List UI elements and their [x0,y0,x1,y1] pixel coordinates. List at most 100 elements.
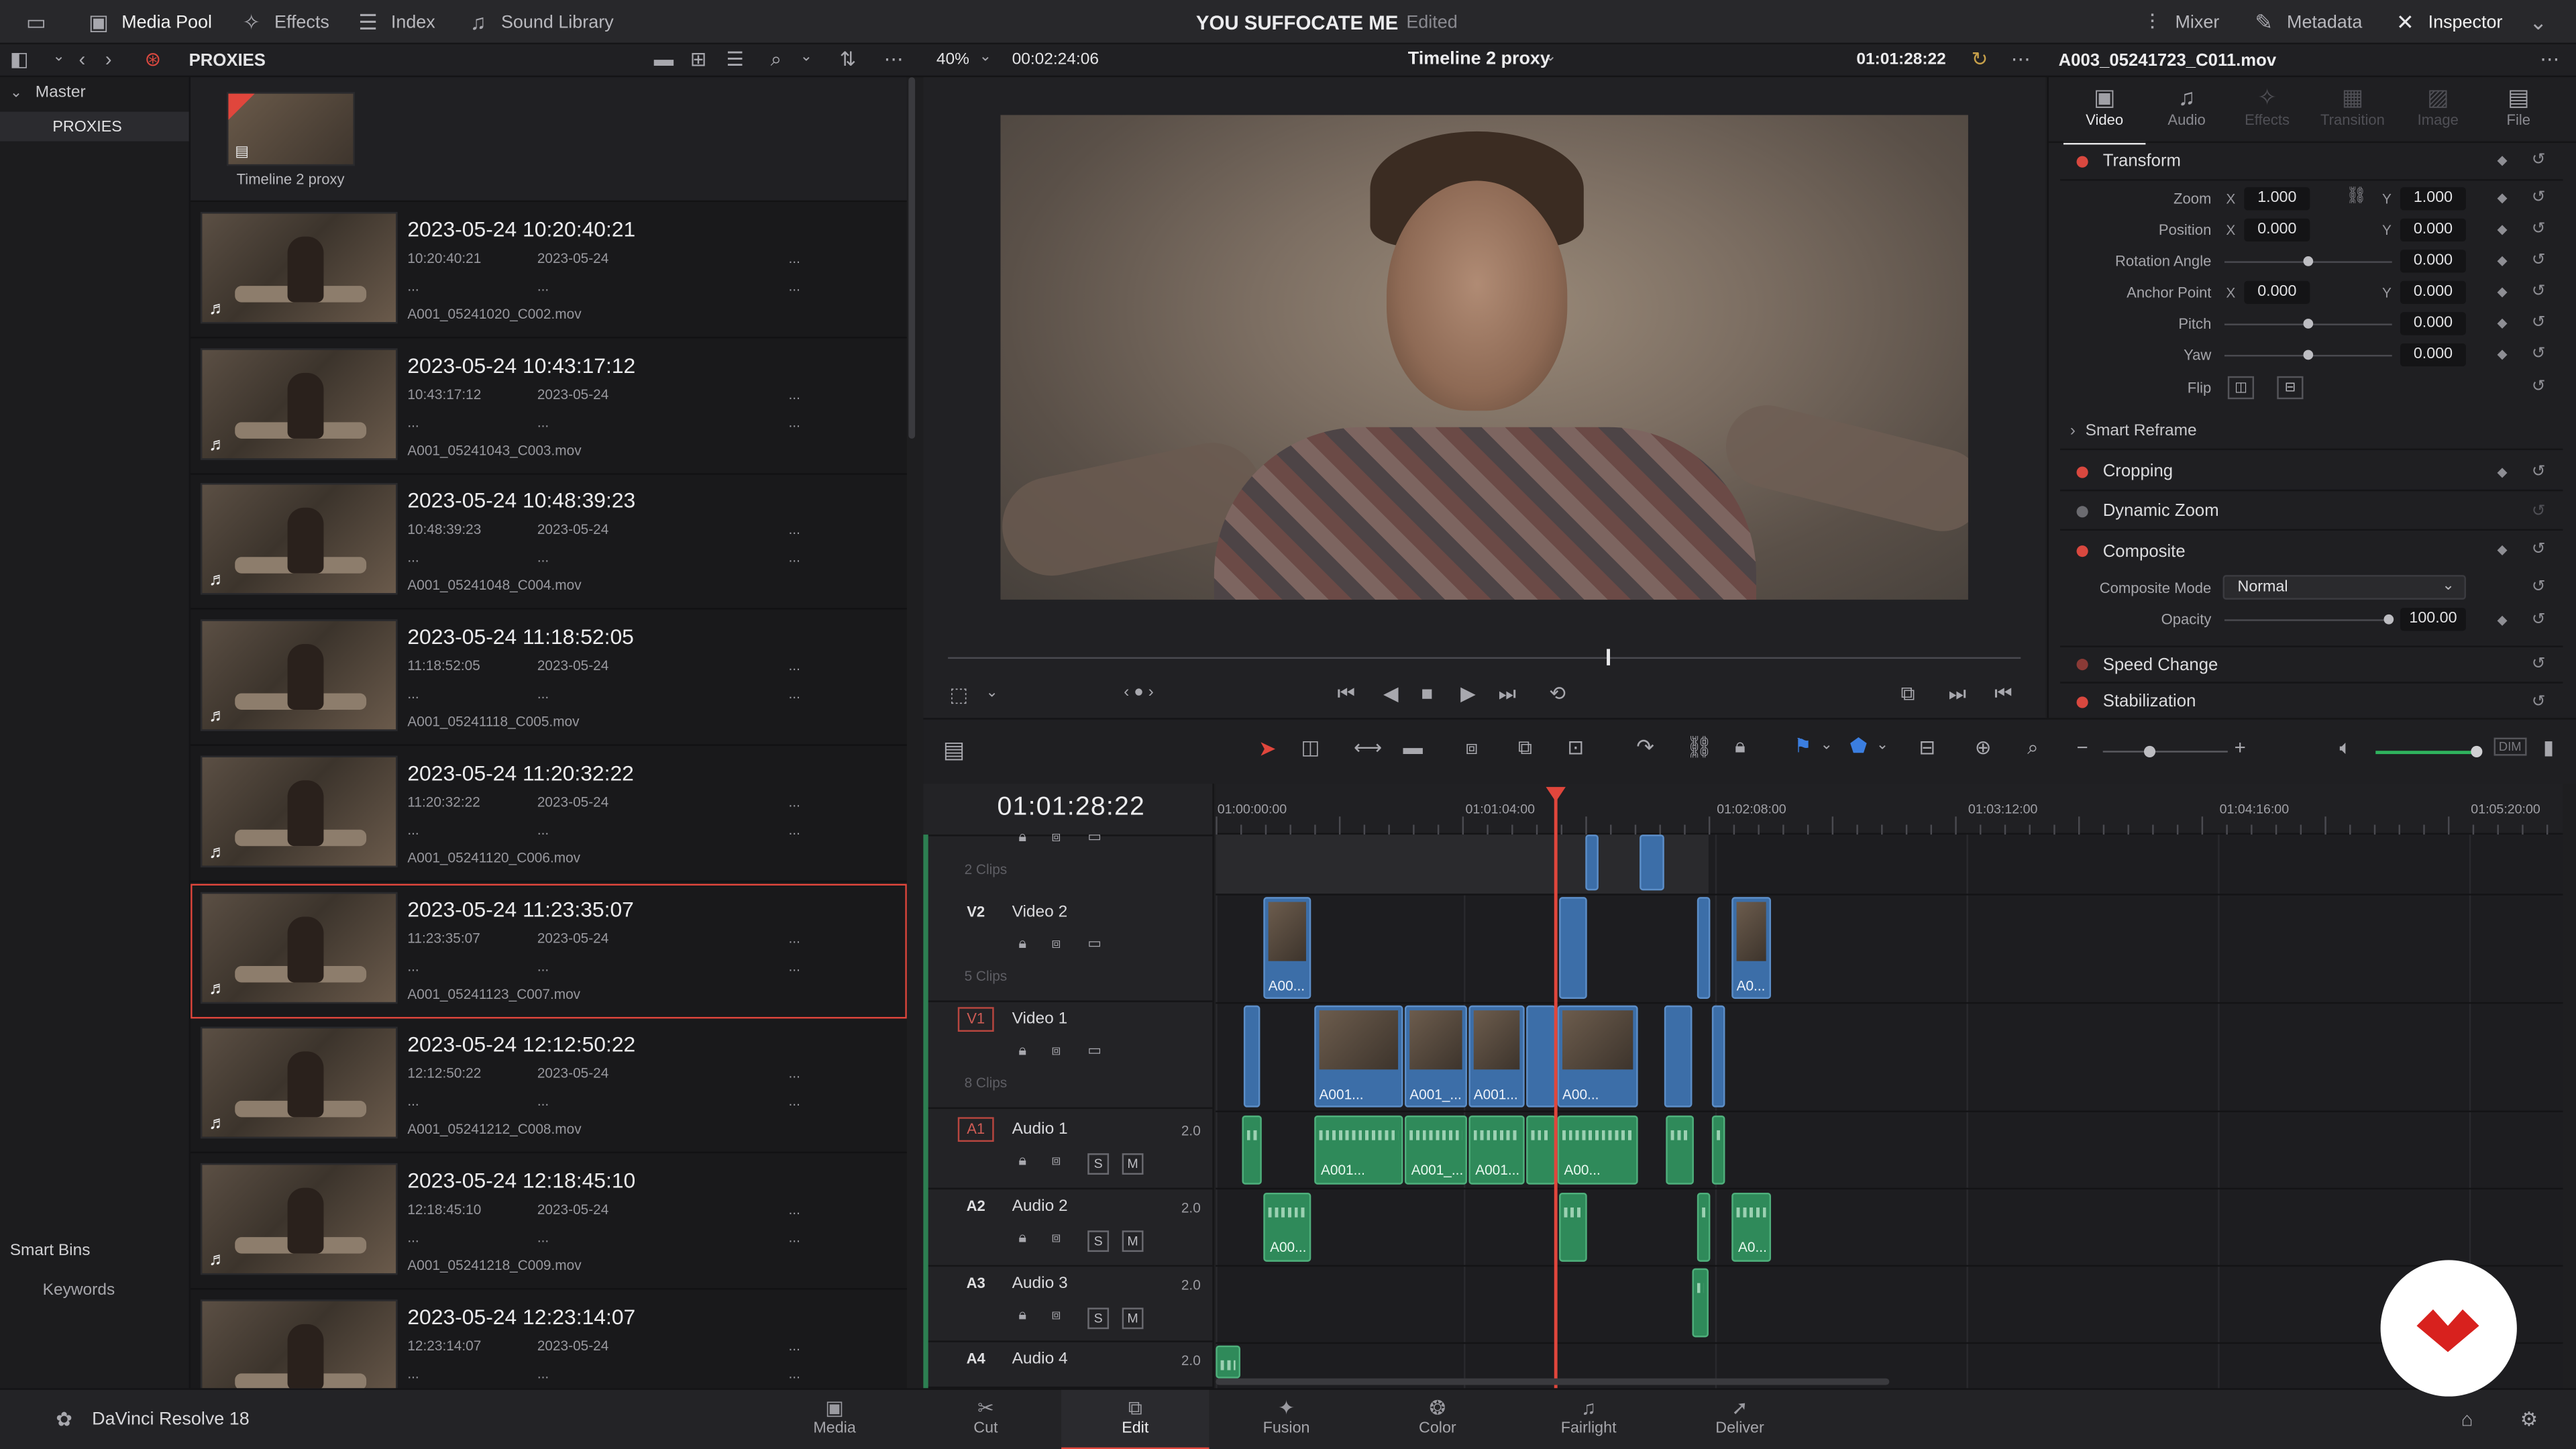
audio-clip[interactable] [1559,1192,1587,1262]
track-toggle-icon[interactable]: ▭ [1087,1042,1102,1060]
zoom-full-icon[interactable]: ⊟ [1919,736,1935,759]
zoom-detail-icon[interactable]: ⊕ [1975,736,1992,759]
track-tag[interactable]: A2 [958,1194,994,1219]
track-name[interactable]: Video 2 [1012,904,1068,922]
clip-row[interactable]: ♬ 2023-05-24 11:23:35:07 11:23:35:07 2023-0… [191,883,907,1018]
audio-clip[interactable]: A001... [1314,1115,1403,1185]
playhead[interactable] [1554,793,1557,1389]
keyframe-icon[interactable]: ◆ [2497,465,2507,480]
video-clip[interactable] [1585,835,1599,891]
page-tab-edit[interactable]: ⧉ Edit [1061,1389,1210,1449]
track-name[interactable]: Video 1 [1012,1010,1068,1028]
keyframe-icon[interactable]: ◆ [2497,315,2507,330]
lock-icon[interactable]: 🔒︎ [1018,1042,1026,1060]
timeline-zoom-slider[interactable] [2102,751,2228,753]
reset-icon[interactable]: ↺ [2532,693,2546,711]
metadata-view-icon[interactable]: ▬ [654,48,674,70]
pitch-field[interactable]: 0.000 [2400,312,2466,335]
reset-icon[interactable]: ↺ [2532,345,2546,363]
back-icon[interactable]: ‹ [79,48,86,70]
lock-icon[interactable]: 🔒︎ [1018,1229,1026,1247]
chevron-down-icon[interactable]: ⌄ [52,48,64,66]
track-name[interactable]: Audio 4 [1012,1350,1068,1368]
audio-clip[interactable] [1711,1115,1725,1185]
video-clip[interactable] [1243,1005,1260,1108]
auto-select-icon[interactable]: ⧈ [1051,934,1061,953]
flag-dropdown-icon[interactable]: ⌄ [1820,736,1832,754]
audio-clip[interactable] [1242,1115,1262,1185]
inspector-tab-video[interactable]: ▣ Video [2063,82,2146,145]
forward-icon[interactable]: › [105,48,112,70]
inspector-more-icon[interactable]: ⋯ [2540,48,2559,70]
mute-button[interactable]: M [1122,1230,1144,1252]
clip-row[interactable]: ♬ 2023-05-24 10:43:17:12 10:43:17:12 2023-0… [191,339,907,474]
pool-scrollbar[interactable] [908,77,916,439]
reset-icon[interactable]: ↺ [2532,151,2546,169]
slider-knob[interactable] [2143,745,2156,757]
video-clip[interactable]: A00... [1557,1005,1638,1108]
sidebar-item-keywords[interactable]: Keywords [43,1281,115,1299]
snapping-icon[interactable]: ↷ [1636,735,1654,761]
scrubber-handle[interactable] [1607,649,1611,665]
lock-icon[interactable]: 🔒︎ [1018,934,1026,953]
track-toggle-icon[interactable]: ▭ [1087,934,1102,953]
next-edit-icon[interactable]: ⏭ [1949,682,1966,706]
slider-knob[interactable] [2383,614,2394,625]
reset-icon[interactable]: ↺ [2532,314,2546,332]
expand-icon[interactable]: ⌄ [2525,0,2551,44]
keyframe-icon[interactable]: ◆ [2497,253,2507,268]
search-icon[interactable]: ⌕ [771,48,782,72]
tab-inspector[interactable]: ✕ Inspector [2392,0,2502,44]
slider-knob[interactable] [2303,350,2314,360]
zoom-x-field[interactable]: 1.000 [2244,187,2310,211]
enable-dot[interactable] [2076,696,2088,708]
clip-row[interactable]: ♬ 2023-05-24 12:12:50:22 12:12:50:22 2023-0… [191,1019,907,1154]
track-tag[interactable]: V2 [958,900,994,925]
rotation-field[interactable]: 0.000 [2400,250,2466,273]
auto-select-icon[interactable]: ⧈ [1051,1229,1061,1247]
anchor-y-field[interactable]: 0.000 [2400,280,2466,305]
keyframe-icon[interactable]: ◆ [2497,542,2507,557]
video-clip[interactable] [1711,1005,1725,1108]
viewer-frame[interactable] [1000,115,1968,600]
video-clip[interactable] [1559,897,1587,999]
tab-effects[interactable]: ✧ Effects [238,0,329,44]
zoom-custom-icon[interactable]: ⌕ [2027,736,2038,761]
reset-icon[interactable]: ↺ [2532,464,2546,482]
inspector-tab-image[interactable]: ▨ Image [2397,82,2479,144]
audio-clip[interactable] [1697,1192,1711,1262]
keyframe-icon[interactable]: ◆ [2497,153,2507,168]
composite-section[interactable]: Composite [2060,532,2563,570]
reset-icon[interactable]: ↺ [2532,502,2546,521]
settings-gear-icon[interactable]: ⚙ [2520,1408,2538,1431]
audio-clip[interactable]: A00... [1557,1115,1638,1185]
keyframe-icon[interactable]: ◆ [2497,612,2507,627]
speed-change-section[interactable]: Speed Change [2060,645,2563,684]
track-name[interactable]: Audio 1 [1012,1120,1068,1138]
audio-clip[interactable]: A00... [1263,1192,1311,1262]
track-name[interactable]: Audio 3 [1012,1275,1068,1293]
link-icon[interactable]: ⛓ [2346,187,2367,205]
match-frame-icon[interactable]: ⧉ [1900,682,1915,706]
video-clip[interactable] [1526,1005,1556,1108]
solo-button[interactable]: S [1087,1153,1110,1175]
crop-icon[interactable]: ⬚ [950,684,969,706]
stop-icon[interactable]: ■ [1421,682,1433,704]
solo-button[interactable]: S [1087,1307,1110,1330]
reset-icon[interactable]: ↺ [2532,252,2546,270]
dynamic-trim-icon[interactable]: ⟷ [1354,736,1382,759]
play-icon[interactable]: ▶ [1460,682,1476,704]
position-y-field[interactable]: 0.000 [2400,218,2466,242]
tab-index[interactable]: ☰ Index [355,0,435,44]
workspace-icon[interactable]: ▭ [23,0,49,44]
slider-knob[interactable] [2303,256,2314,266]
zoom-out-icon[interactable]: − [2077,736,2088,759]
enable-dot[interactable] [2076,659,2088,671]
volume-icon[interactable]: 🔈︎ [2339,736,2351,761]
volume-slider[interactable] [2375,751,2475,755]
anchor-x-field[interactable]: 0.000 [2244,280,2310,305]
replace-clip-icon[interactable]: ⊡ [1567,736,1584,759]
auto-select-icon[interactable]: ⧈ [1051,828,1061,846]
audio-clip[interactable]: A0... [1731,1192,1772,1262]
zoom-dropdown-icon[interactable]: ⌄ [979,48,991,66]
